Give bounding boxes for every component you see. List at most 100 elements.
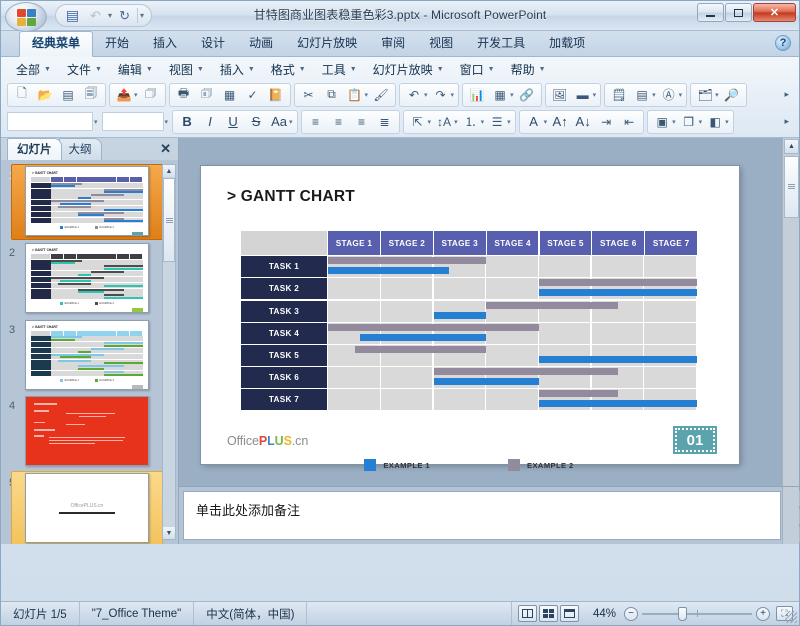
tab-classic-menu[interactable]: 经典菜单 bbox=[19, 31, 94, 57]
tab-addins[interactable]: 加载项 bbox=[537, 32, 597, 56]
arrange-button[interactable]: ▣ bbox=[651, 112, 673, 132]
new-file-icon[interactable]: 🗋 bbox=[11, 85, 33, 105]
print-preview-icon[interactable]: 🗊 bbox=[196, 85, 218, 105]
gantt-bar-example1-3[interactable] bbox=[433, 311, 487, 319]
research-icon[interactable]: 📔 bbox=[265, 85, 287, 105]
menu-help[interactable]: 帮助 ▼ bbox=[504, 58, 553, 81]
redo-icon[interactable]: ↷ bbox=[430, 85, 452, 105]
menu-all[interactable]: 全部 ▼ bbox=[9, 58, 58, 81]
tab-insert[interactable]: 插入 bbox=[141, 32, 189, 56]
gantt-bar-example2-5[interactable] bbox=[354, 345, 487, 353]
slide-title[interactable]: > GANTT CHART bbox=[227, 188, 355, 206]
menu-view[interactable]: 视图 ▼ bbox=[162, 58, 211, 81]
group-button[interactable]: ❐ bbox=[678, 112, 700, 132]
tab-review[interactable]: 审阅 bbox=[369, 32, 417, 56]
slide-preview[interactable]: > GANTT CHART EXAMPLE 1 EXAMPLE 2 bbox=[25, 166, 149, 236]
resize-grip-icon[interactable] bbox=[785, 611, 797, 623]
bold-button[interactable]: B bbox=[176, 112, 198, 132]
menu-edit[interactable]: 编辑 ▼ bbox=[111, 58, 160, 81]
export-pdf-icon[interactable]: 📤 bbox=[113, 85, 135, 105]
menu-file[interactable]: 文件 ▼ bbox=[60, 58, 109, 81]
zoom-out-button[interactable]: − bbox=[624, 606, 638, 621]
gantt-bar-example1-4[interactable] bbox=[359, 333, 487, 341]
new-slide-icon[interactable]: 🗒 bbox=[608, 85, 630, 105]
slide-preview[interactable] bbox=[25, 396, 149, 467]
tab-design[interactable]: 设计 bbox=[189, 32, 237, 56]
align-center-button[interactable]: ≡ bbox=[328, 112, 350, 132]
maximize-button[interactable] bbox=[725, 3, 752, 22]
tab-slideshow[interactable]: 幻灯片放映 bbox=[285, 32, 369, 56]
gantt-bar-example2-4[interactable] bbox=[328, 323, 539, 331]
attach-icon[interactable]: 🗇 bbox=[140, 85, 162, 105]
scroll-up-icon[interactable]: ▲ bbox=[163, 165, 175, 177]
gantt-bar-example2-3[interactable] bbox=[486, 301, 618, 309]
reading-view-icon[interactable] bbox=[559, 605, 579, 622]
insert-picture-icon[interactable]: 🖼 bbox=[549, 85, 571, 105]
zoom-slider-track[interactable] bbox=[642, 606, 752, 621]
toolbar-overflow-icon[interactable]: ▸ bbox=[784, 89, 793, 100]
justify-button[interactable]: ≣ bbox=[374, 112, 396, 132]
line-spacing-button[interactable]: ↕A bbox=[433, 112, 455, 132]
menu-slideshow[interactable]: 幻灯片放映 ▼ bbox=[366, 58, 451, 81]
slide-design-icon[interactable]: ▬ bbox=[572, 85, 594, 105]
thumbnail-scrollbar[interactable]: ▲ ▼ bbox=[162, 164, 176, 540]
text-box-icon[interactable]: Ⓐ bbox=[658, 85, 680, 105]
save-as-icon[interactable]: 🗐 bbox=[80, 85, 102, 105]
print-icon[interactable]: 🖶 bbox=[173, 85, 195, 105]
help-icon[interactable]: ? bbox=[775, 35, 791, 51]
insert-chart-icon[interactable]: 📊 bbox=[466, 85, 488, 105]
gantt-bar-example1-2[interactable] bbox=[538, 289, 697, 297]
gantt-bar-example1-7[interactable] bbox=[538, 400, 697, 408]
chevron-down-icon[interactable]: ▾ bbox=[94, 118, 98, 126]
zoom-slider-handle[interactable] bbox=[678, 606, 687, 621]
slide-preview[interactable]: > GANTT CHART EXAMPLE 1 EXAMPLE 2 bbox=[25, 242, 149, 313]
font-size-combo[interactable] bbox=[101, 112, 164, 131]
menu-format[interactable]: 格式 ▼ bbox=[264, 58, 313, 81]
slide-thumbnail-3[interactable]: 3 > GANTT CHART EXAMPLE 1 EXAMPLE 2 bbox=[3, 319, 178, 391]
font-color-button[interactable]: A bbox=[523, 112, 545, 132]
current-slide[interactable]: > GANTT CHART STAGE 1 STAGE 2 STAGE 3 ST… bbox=[201, 166, 739, 471]
tab-slides[interactable]: 幻灯片 bbox=[7, 138, 62, 160]
chevron-down-icon[interactable]: ▾ bbox=[165, 118, 169, 126]
slide-sorter-view-icon[interactable] bbox=[538, 605, 558, 622]
decrease-indent-button[interactable]: ⇤ bbox=[618, 112, 640, 132]
bulleted-list-button[interactable]: ☰ bbox=[486, 112, 508, 132]
open-folder-icon[interactable]: 📂 bbox=[34, 85, 56, 105]
zoom-percent-label[interactable]: 44% bbox=[585, 608, 624, 620]
normal-view-icon[interactable] bbox=[517, 605, 537, 622]
gantt-bar-example1-5[interactable] bbox=[538, 355, 697, 363]
change-case-button[interactable]: Aa bbox=[268, 112, 290, 132]
insert-object-icon[interactable]: 🗂 bbox=[694, 85, 716, 105]
menu-window[interactable]: 窗口 ▼ bbox=[453, 58, 502, 81]
slide-layout-icon[interactable]: ▤ bbox=[631, 85, 653, 105]
status-language[interactable]: 中文(简体，中国) bbox=[194, 602, 308, 625]
underline-button[interactable]: U bbox=[222, 112, 244, 132]
tab-home[interactable]: 开始 bbox=[93, 32, 141, 56]
font-family-combo[interactable] bbox=[7, 112, 93, 131]
scrollbar-thumb[interactable] bbox=[784, 156, 799, 218]
paste-icon[interactable]: 📋 bbox=[344, 85, 366, 105]
slide-thumbnail-4[interactable]: 4 bbox=[3, 396, 178, 467]
gantt-chart[interactable]: STAGE 1 STAGE 2 STAGE 3 STAGE 4 STAGE 5 … bbox=[241, 231, 698, 471]
close-button[interactable]: ✕ bbox=[753, 3, 796, 22]
shrink-font-button[interactable]: A↓ bbox=[572, 112, 594, 132]
text-direction-button[interactable]: ⇱ bbox=[407, 112, 429, 132]
shape-fill-button[interactable]: ◧ bbox=[704, 112, 726, 132]
tab-developer[interactable]: 开发工具 bbox=[465, 32, 537, 56]
align-left-button[interactable]: ≡ bbox=[305, 112, 327, 132]
scroll-down-icon[interactable]: ▼ bbox=[163, 527, 175, 539]
grow-font-button[interactable]: A↑ bbox=[549, 112, 571, 132]
menu-insert[interactable]: 插入 ▼ bbox=[213, 58, 262, 81]
zoom-icon[interactable]: 🔎 bbox=[721, 85, 743, 105]
scroll-up-icon[interactable]: ▲ bbox=[784, 139, 799, 154]
tab-outline[interactable]: 大纲 bbox=[58, 138, 102, 160]
increase-indent-button[interactable]: ⇥ bbox=[595, 112, 617, 132]
gantt-bar-example1-6[interactable] bbox=[433, 378, 539, 386]
slide-preview[interactable]: > GANTT CHART EXAMPLE 1 EXAMPLE 2 bbox=[25, 319, 149, 390]
copy-icon[interactable]: ⧉ bbox=[321, 85, 343, 105]
zoom-in-button[interactable]: + bbox=[756, 606, 770, 621]
spellcheck-icon[interactable]: ✓ bbox=[242, 85, 264, 105]
slide-thumbnail-5[interactable]: 5 OfficePLUS.cn bbox=[3, 471, 178, 544]
gantt-bar-example2-7[interactable] bbox=[538, 390, 618, 398]
insert-table-icon[interactable]: ▦ bbox=[489, 85, 511, 105]
